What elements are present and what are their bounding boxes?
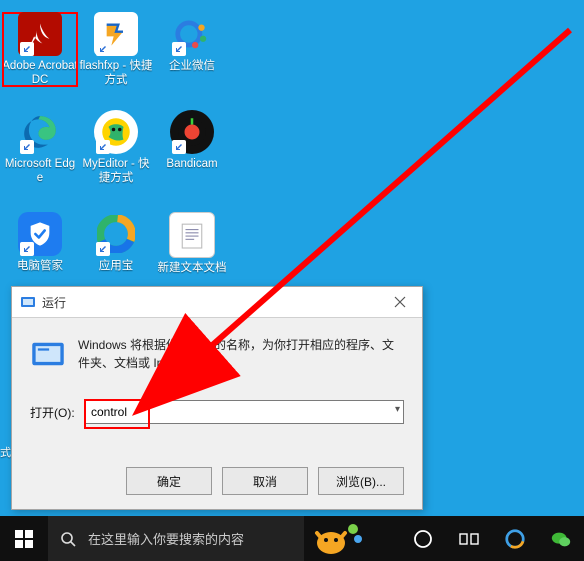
browser-icon [504,528,526,550]
task-view-icon [459,531,479,547]
icon-flashfxp[interactable]: flashfxp - 快捷方式 [78,12,154,87]
taskbar-search[interactable]: 在这里输入你要搜索的内容 [48,516,304,561]
icon-label: 应用宝 [78,259,154,273]
cancel-button[interactable]: 取消 [222,467,308,495]
icon-label: Adobe Acrobat DC [2,59,78,87]
taskbar-app-wechat[interactable] [538,516,584,561]
search-icon [60,531,76,547]
shortcut-arrow-icon [172,42,186,56]
icon-bandicam[interactable]: Bandicam [154,110,230,171]
icon-adobe-acrobat[interactable]: Adobe Acrobat DC [2,12,78,87]
shortcut-arrow-icon [20,140,34,154]
search-placeholder: 在这里输入你要搜索的内容 [88,529,244,548]
task-view-button[interactable] [446,516,492,561]
shortcut-arrow-icon [172,140,186,154]
icon-label: MyEditor - 快捷方式 [78,157,154,185]
windows-logo-icon [15,530,33,548]
run-dialog: 运行 Windows 将根据你所输入的名称，为你打开相应的程序、文件夹、文档或 … [11,286,423,510]
icon-qiye-weixin[interactable]: 企业微信 [154,12,230,73]
icon-pcmanager[interactable]: 电脑管家 [2,212,78,273]
start-button[interactable] [0,516,48,561]
close-button[interactable] [378,287,422,317]
wechat-icon [550,528,572,550]
clipped-label: 式 [0,446,10,460]
run-app-icon [30,336,66,372]
run-open-label: 打开(O): [30,404,84,421]
icon-label: flashfxp - 快捷方式 [78,59,154,87]
run-title: 运行 [42,294,66,311]
chevron-down-icon[interactable]: ▾ [395,404,400,415]
shortcut-arrow-icon [96,140,110,154]
ok-button[interactable]: 确定 [126,467,212,495]
desktop: Adobe Acrobat DC flashfxp - 快捷方式 企业微信 Mi… [0,0,584,561]
run-description: Windows 将根据你所输入的名称，为你打开相应的程序、文件夹、文档或 Int… [78,336,404,372]
close-icon [394,296,406,308]
run-titlebar[interactable]: 运行 [12,287,422,318]
cortana-button[interactable] [400,516,446,561]
icon-myeditor[interactable]: MyEditor - 快捷方式 [78,110,154,185]
icon-label: 新建文本文档 [154,261,230,275]
icon-label: 企业微信 [154,59,230,73]
shortcut-arrow-icon [20,242,34,256]
icon-label: Bandicam [154,157,230,171]
shortcut-arrow-icon [20,42,34,56]
shortcut-arrow-icon [96,242,110,256]
browse-button[interactable]: 浏览(B)... [318,467,404,495]
icon-label: 电脑管家 [2,259,78,273]
run-input[interactable] [84,400,404,424]
taskbar: 在这里输入你要搜索的内容 [0,516,584,561]
icon-yingyongbao[interactable]: 应用宝 [78,212,154,273]
run-dialog-icon [20,294,36,310]
icon-ms-edge[interactable]: Microsoft Edge [2,110,78,185]
icon-label: Microsoft Edge [2,157,78,185]
taskbar-pet-widget[interactable] [304,516,372,561]
icon-new-txt[interactable]: 新建文本文档 [154,212,230,275]
shortcut-arrow-icon [96,42,110,56]
circle-icon [413,529,433,549]
taskbar-app-browser[interactable] [492,516,538,561]
